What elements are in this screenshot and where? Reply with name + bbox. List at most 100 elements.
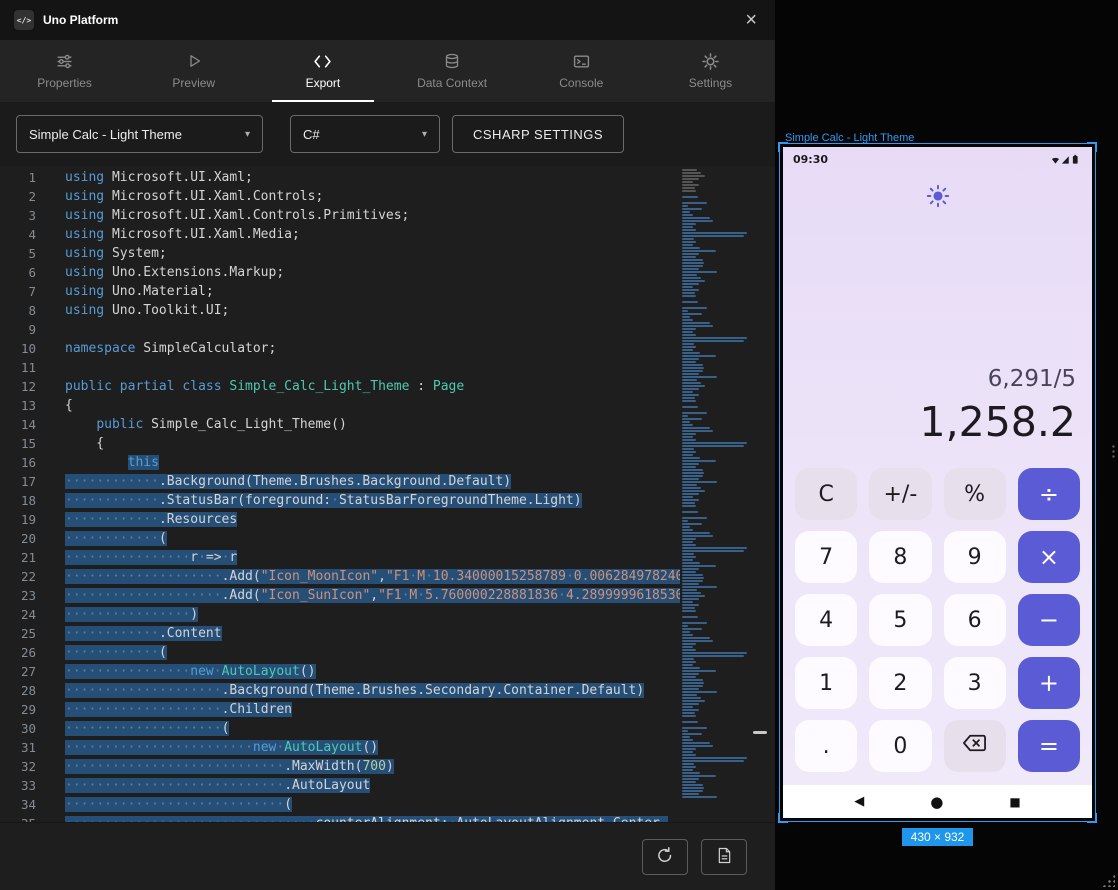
minimap-line bbox=[682, 499, 699, 501]
minimap-line bbox=[682, 664, 693, 666]
minimap-line bbox=[682, 304, 768, 306]
component-dropdown[interactable]: Simple Calc - Light Theme ▾ bbox=[16, 115, 263, 153]
calc-key-multiply[interactable]: × bbox=[1018, 531, 1080, 583]
minimap-line bbox=[682, 475, 703, 477]
minimap-line bbox=[682, 751, 693, 753]
calc-key-5[interactable]: 5 bbox=[869, 594, 931, 646]
calc-key-3[interactable]: 3 bbox=[944, 657, 1006, 709]
calc-key-equals[interactable]: = bbox=[1018, 720, 1080, 772]
minimap-line bbox=[682, 781, 696, 783]
tab-settings[interactable]: Settings bbox=[646, 40, 775, 102]
tab-label: Export bbox=[306, 76, 341, 90]
minimap-line bbox=[682, 325, 713, 327]
close-button[interactable]: × bbox=[741, 10, 761, 30]
calc-key-clear[interactable]: C bbox=[795, 468, 857, 520]
code-line: 14 public Simple_Calc_Light_Theme() bbox=[0, 415, 680, 434]
export-toolbar: Simple Calc - Light Theme ▾ C# ▾ CSHARP … bbox=[0, 102, 775, 166]
minimap-line bbox=[682, 715, 696, 717]
code-line: 2using Microsoft.UI.Xaml.Controls; bbox=[0, 187, 680, 206]
size-badge: 430 × 932 bbox=[902, 828, 974, 846]
minimap-line bbox=[682, 526, 690, 528]
minimap-line bbox=[682, 757, 747, 759]
minimap-line bbox=[682, 271, 717, 273]
minimap-line bbox=[682, 565, 716, 567]
code-line: 29····················.Children bbox=[0, 700, 680, 719]
calc-key-percent[interactable]: % bbox=[944, 468, 1006, 520]
uno-logo-icon: </> bbox=[14, 10, 34, 30]
minimap-line bbox=[682, 253, 699, 255]
calc-key-8[interactable]: 8 bbox=[869, 531, 931, 583]
tab-preview[interactable]: Preview bbox=[129, 40, 258, 102]
minimap-line bbox=[682, 517, 707, 519]
resize-handle[interactable] bbox=[1111, 444, 1116, 460]
code-line: 31························new·AutoLayout… bbox=[0, 738, 680, 757]
home-button[interactable]: ● bbox=[930, 793, 943, 811]
backspace-icon bbox=[961, 733, 988, 759]
minimap-line bbox=[682, 559, 693, 561]
calc-key-plus-minus[interactable]: +/- bbox=[869, 468, 931, 520]
minimap-line bbox=[682, 400, 696, 402]
line-number: 16 bbox=[0, 453, 52, 472]
minimap-line bbox=[682, 250, 716, 252]
tab-data-context[interactable]: Data Context bbox=[388, 40, 517, 102]
refresh-button[interactable] bbox=[642, 839, 688, 875]
component-dropdown-value: Simple Calc - Light Theme bbox=[29, 127, 182, 142]
minimap-line bbox=[682, 190, 696, 192]
minimap-line bbox=[682, 238, 694, 240]
minimap-line bbox=[682, 604, 699, 606]
minimap-line bbox=[682, 298, 768, 300]
calc-key-minus[interactable]: − bbox=[1018, 594, 1080, 646]
recents-button[interactable]: ■ bbox=[1009, 795, 1020, 809]
sun-icon[interactable] bbox=[925, 183, 951, 213]
phone-preview[interactable]: 09:30 6,291/5 1,258.2 C+/-%÷789×456−123+… bbox=[783, 147, 1092, 818]
minimap[interactable] bbox=[680, 169, 768, 822]
calc-key-divide[interactable]: ÷ bbox=[1018, 468, 1080, 520]
minimap-line bbox=[682, 649, 696, 651]
back-button[interactable]: ◀ bbox=[854, 794, 864, 809]
code-line: 7using Uno.Material; bbox=[0, 282, 680, 301]
minimap-line bbox=[682, 433, 696, 435]
keypad: C+/-%÷ 789× 456− 123+.0 = bbox=[783, 468, 1092, 785]
minimap-line bbox=[682, 625, 688, 627]
code-line: 23····················.Add("Icon_SunIcon… bbox=[0, 586, 680, 605]
line-number: 29 bbox=[0, 700, 52, 719]
calc-key-6[interactable]: 6 bbox=[944, 594, 1006, 646]
tab-console[interactable]: Console bbox=[517, 40, 646, 102]
export-file-button[interactable] bbox=[701, 839, 747, 875]
backspace-key[interactable] bbox=[944, 720, 1006, 772]
calc-key-7[interactable]: 7 bbox=[795, 531, 857, 583]
resize-grip[interactable] bbox=[1102, 874, 1115, 887]
code-line: 19············.Resources bbox=[0, 510, 680, 529]
minimap-line bbox=[682, 460, 716, 462]
minimap-line bbox=[682, 787, 704, 789]
minimap-line bbox=[682, 493, 699, 495]
code-editor[interactable]: 1using Microsoft.UI.Xaml;2using Microsof… bbox=[0, 166, 775, 822]
calc-key-plus[interactable]: + bbox=[1018, 657, 1080, 709]
code-line: 35································counte… bbox=[0, 814, 680, 822]
minimap-line bbox=[682, 178, 699, 180]
calc-key-decimal[interactable]: . bbox=[795, 720, 857, 772]
theme-toggle-row bbox=[783, 183, 1092, 213]
line-number: 17 bbox=[0, 472, 52, 491]
tab-export[interactable]: Export bbox=[258, 40, 387, 102]
minimap-line bbox=[682, 295, 696, 297]
calc-key-9[interactable]: 9 bbox=[944, 531, 1006, 583]
minimap-line bbox=[682, 328, 696, 330]
status-bar: 09:30 bbox=[783, 147, 1092, 171]
calc-key-0[interactable]: 0 bbox=[869, 720, 931, 772]
calc-key-1[interactable]: 1 bbox=[795, 657, 857, 709]
tab-properties[interactable]: Properties bbox=[0, 40, 129, 102]
calc-key-4[interactable]: 4 bbox=[795, 594, 857, 646]
minimap-line bbox=[682, 661, 696, 663]
language-dropdown[interactable]: C# ▾ bbox=[290, 115, 440, 153]
minimap-line bbox=[682, 424, 693, 426]
minimap-line bbox=[682, 643, 696, 645]
minimap-line bbox=[682, 427, 710, 429]
code-line: 25············.Content bbox=[0, 624, 680, 643]
minimap-line bbox=[682, 697, 701, 699]
minimap-line bbox=[682, 622, 707, 624]
calc-key-2[interactable]: 2 bbox=[869, 657, 931, 709]
window-title: Uno Platform bbox=[43, 13, 118, 27]
minimap-line bbox=[682, 442, 747, 444]
csharp-settings-button[interactable]: CSHARP SETTINGS bbox=[452, 115, 624, 153]
